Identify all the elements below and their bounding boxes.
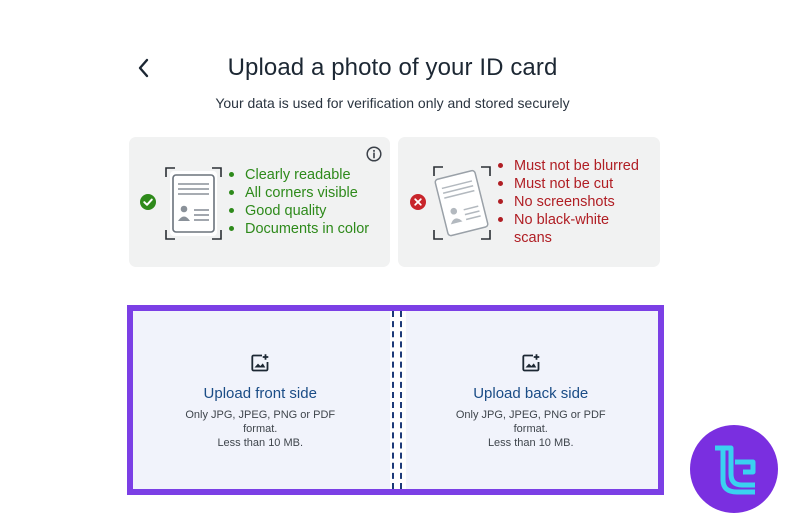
page-title: Upload a photo of your ID card — [227, 54, 558, 81]
upload-back-hint-format: Only JPG, JPEG, PNG or PDF format. — [455, 409, 606, 435]
upload-front-hint-format: Only JPG, JPEG, PNG or PDF format. — [185, 409, 336, 435]
bad-guideline-item: Must not be cut — [498, 175, 656, 193]
upload-front-hint-size: Less than 10 MB. — [217, 437, 304, 449]
bad-guideline-item: No screenshots — [498, 193, 656, 211]
upload-dropzone-frame: Upload front side Only JPG, JPEG, PNG or… — [127, 305, 664, 495]
good-example-card: Clearly readable All corners visible Goo… — [129, 137, 390, 267]
bad-guideline-item: No black-white scans — [498, 211, 614, 247]
add-image-icon — [522, 354, 540, 372]
check-circle-icon — [140, 194, 156, 210]
good-guideline-item: Documents in color — [229, 220, 369, 238]
good-guideline-item: Clearly readable — [229, 166, 369, 184]
id-card-icon — [433, 166, 491, 240]
info-icon — [366, 146, 382, 162]
good-guidelines-list: Clearly readable All corners visible Goo… — [229, 166, 369, 238]
good-guideline-item: Good quality — [229, 202, 369, 220]
upload-front-hint: Only JPG, JPEG, PNG or PDF format. Less … — [170, 408, 350, 450]
upload-back-button[interactable]: Upload back side Only JPG, JPEG, PNG or … — [404, 311, 659, 489]
upload-front-label: Upload front side — [203, 385, 317, 402]
brand-logo-mark — [715, 445, 756, 495]
bad-guidelines-list: Must not be blurred Must not be cut No s… — [498, 157, 656, 247]
dashed-divider — [390, 311, 406, 489]
bad-guideline-item: Must not be blurred — [498, 157, 656, 175]
brand-logo — [690, 425, 778, 513]
upload-back-hint: Only JPG, JPEG, PNG or PDF format. Less … — [441, 408, 621, 450]
error-circle-icon — [410, 194, 426, 210]
upload-back-label: Upload back side — [473, 385, 589, 402]
add-image-icon — [251, 354, 269, 372]
page-subtitle: Your data is used for verification only … — [215, 95, 570, 111]
bad-example-card: Must not be blurred Must not be cut No s… — [398, 137, 660, 267]
upload-back-hint-size: Less than 10 MB. — [487, 437, 574, 449]
good-guideline-item: All corners visible — [229, 184, 369, 202]
id-card-icon — [165, 167, 222, 240]
upload-front-button[interactable]: Upload front side Only JPG, JPEG, PNG or… — [133, 311, 388, 489]
info-button[interactable] — [366, 146, 382, 162]
